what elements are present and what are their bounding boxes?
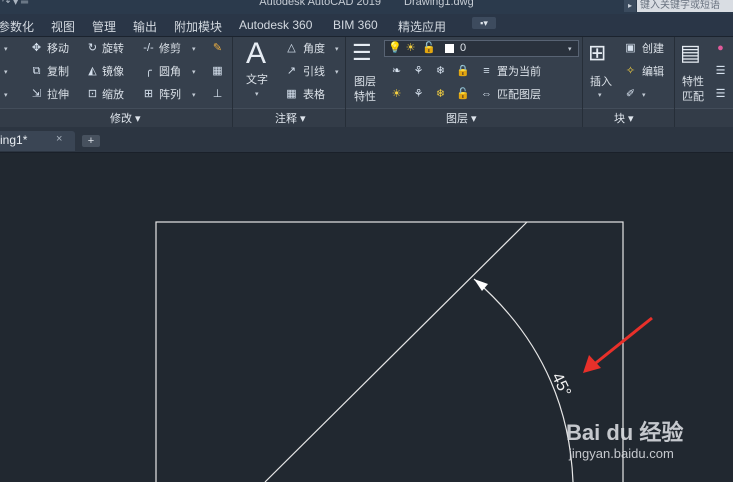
annotation-arrow-shaft — [591, 316, 653, 368]
drawing-geometry: 45° — [155, 221, 653, 482]
baidu-watermark-logo: Bai du 经验 — [566, 420, 684, 445]
baidu-watermark-url: jingyan.baidu.com — [569, 446, 674, 461]
angle-dimension-text[interactable]: 45° — [548, 370, 574, 399]
annotation-arrow-head-icon — [583, 355, 601, 373]
rectangle-shape[interactable] — [155, 221, 624, 482]
diagonal-line[interactable] — [264, 221, 528, 482]
